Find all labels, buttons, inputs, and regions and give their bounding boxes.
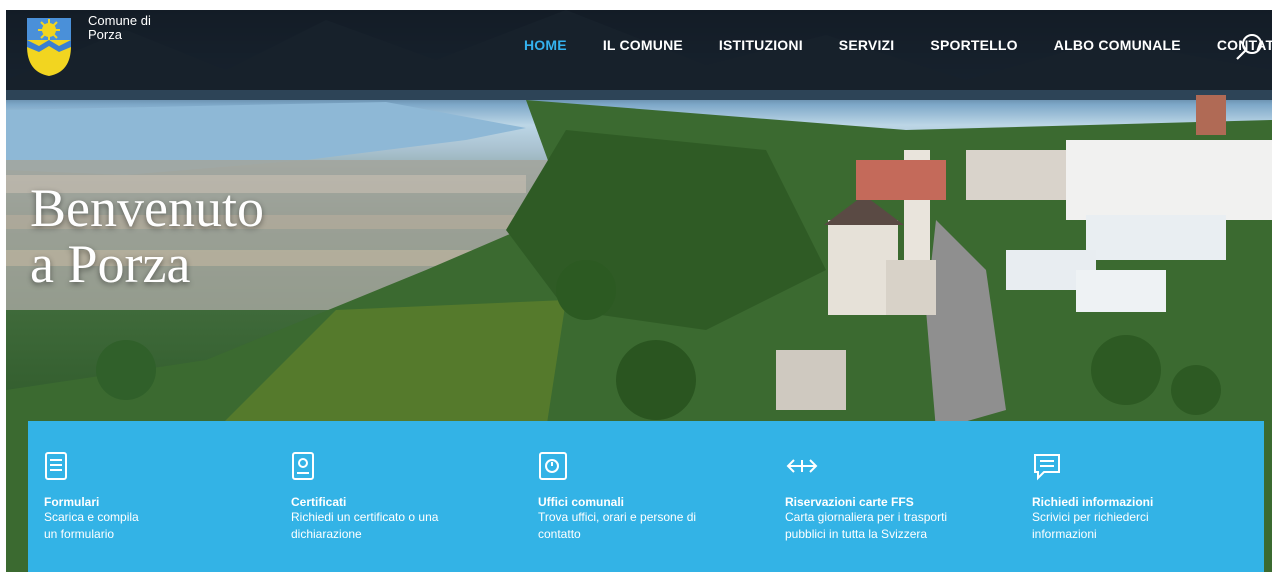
nav-albo-comunale[interactable]: ALBO COMUNALE (1036, 37, 1199, 53)
service-desc-line2: contatto (538, 527, 581, 541)
service-desc-line2: pubblici in tutta la Svizzera (785, 527, 928, 541)
exchange-icon (785, 451, 818, 481)
hero-title-line1: Benvenuto (30, 178, 264, 238)
service-card-richiedi-informazioni[interactable]: Richiedi informazioni Scrivici per richi… (1016, 451, 1216, 543)
top-navigation-bar: Comune di Porza HOME IL COMUNE ISTITUZIO… (6, 10, 1272, 90)
service-card-riservazioni-ffs[interactable]: Riservazioni carte FFS Carta giornaliera… (769, 451, 969, 543)
service-desc-line1: Richiedi un certificato o una (291, 510, 439, 524)
service-title: Riservazioni carte FFS (785, 495, 914, 509)
logo-line1: Comune di (88, 13, 151, 28)
service-title: Richiedi informazioni (1032, 495, 1154, 509)
service-desc-line1: Carta giornaliera per i trasporti (785, 510, 948, 524)
nav-sportello[interactable]: SPORTELLO (912, 37, 1035, 53)
nav-servizi[interactable]: SERVIZI (821, 37, 913, 53)
service-desc-line1: Scrivici per richiederci (1032, 510, 1149, 524)
service-desc-line2: informazioni (1032, 527, 1097, 541)
logo-line2: Porza (88, 27, 122, 42)
service-desc-line2: un formulario (44, 527, 115, 541)
form-icon (44, 451, 68, 481)
office-icon (538, 451, 567, 481)
hero-title: Benvenuto a Porza (30, 180, 264, 292)
nav-istituzioni[interactable]: ISTITUZIONI (701, 37, 821, 53)
service-card-formulari[interactable]: Formulari Scarica e compila un formulari… (28, 451, 228, 543)
certificate-icon (291, 451, 315, 481)
search-icon[interactable] (1235, 32, 1265, 62)
service-desc-line2: dichiarazione (291, 527, 362, 541)
service-desc-line1: Scarica e compila (44, 510, 139, 524)
services-panel: Formulari Scarica e compila un formulari… (28, 421, 1264, 572)
chat-icon (1032, 451, 1060, 481)
service-desc-line1: Trova uffici, orari e persone di (538, 510, 697, 524)
nav-home[interactable]: HOME (506, 37, 585, 53)
hero-title-line2: a Porza (30, 234, 191, 294)
service-card-certificati[interactable]: Certificati Richiedi un certificato o un… (275, 451, 475, 543)
main-menu: HOME IL COMUNE ISTITUZIONI SERVIZI SPORT… (506, 37, 1272, 53)
service-title: Certificati (291, 495, 347, 509)
nav-il-comune[interactable]: IL COMUNE (585, 37, 701, 53)
service-title: Uffici comunali (538, 495, 625, 509)
porza-coat-of-arms-logo[interactable] (24, 14, 86, 76)
service-title: Formulari (44, 495, 100, 509)
page-frame: Comune di Porza HOME IL COMUNE ISTITUZIO… (6, 10, 1272, 572)
municipality-name[interactable]: Comune di Porza (88, 14, 151, 42)
service-card-uffici-comunali[interactable]: Uffici comunali Trova uffici, orari e pe… (522, 451, 722, 543)
